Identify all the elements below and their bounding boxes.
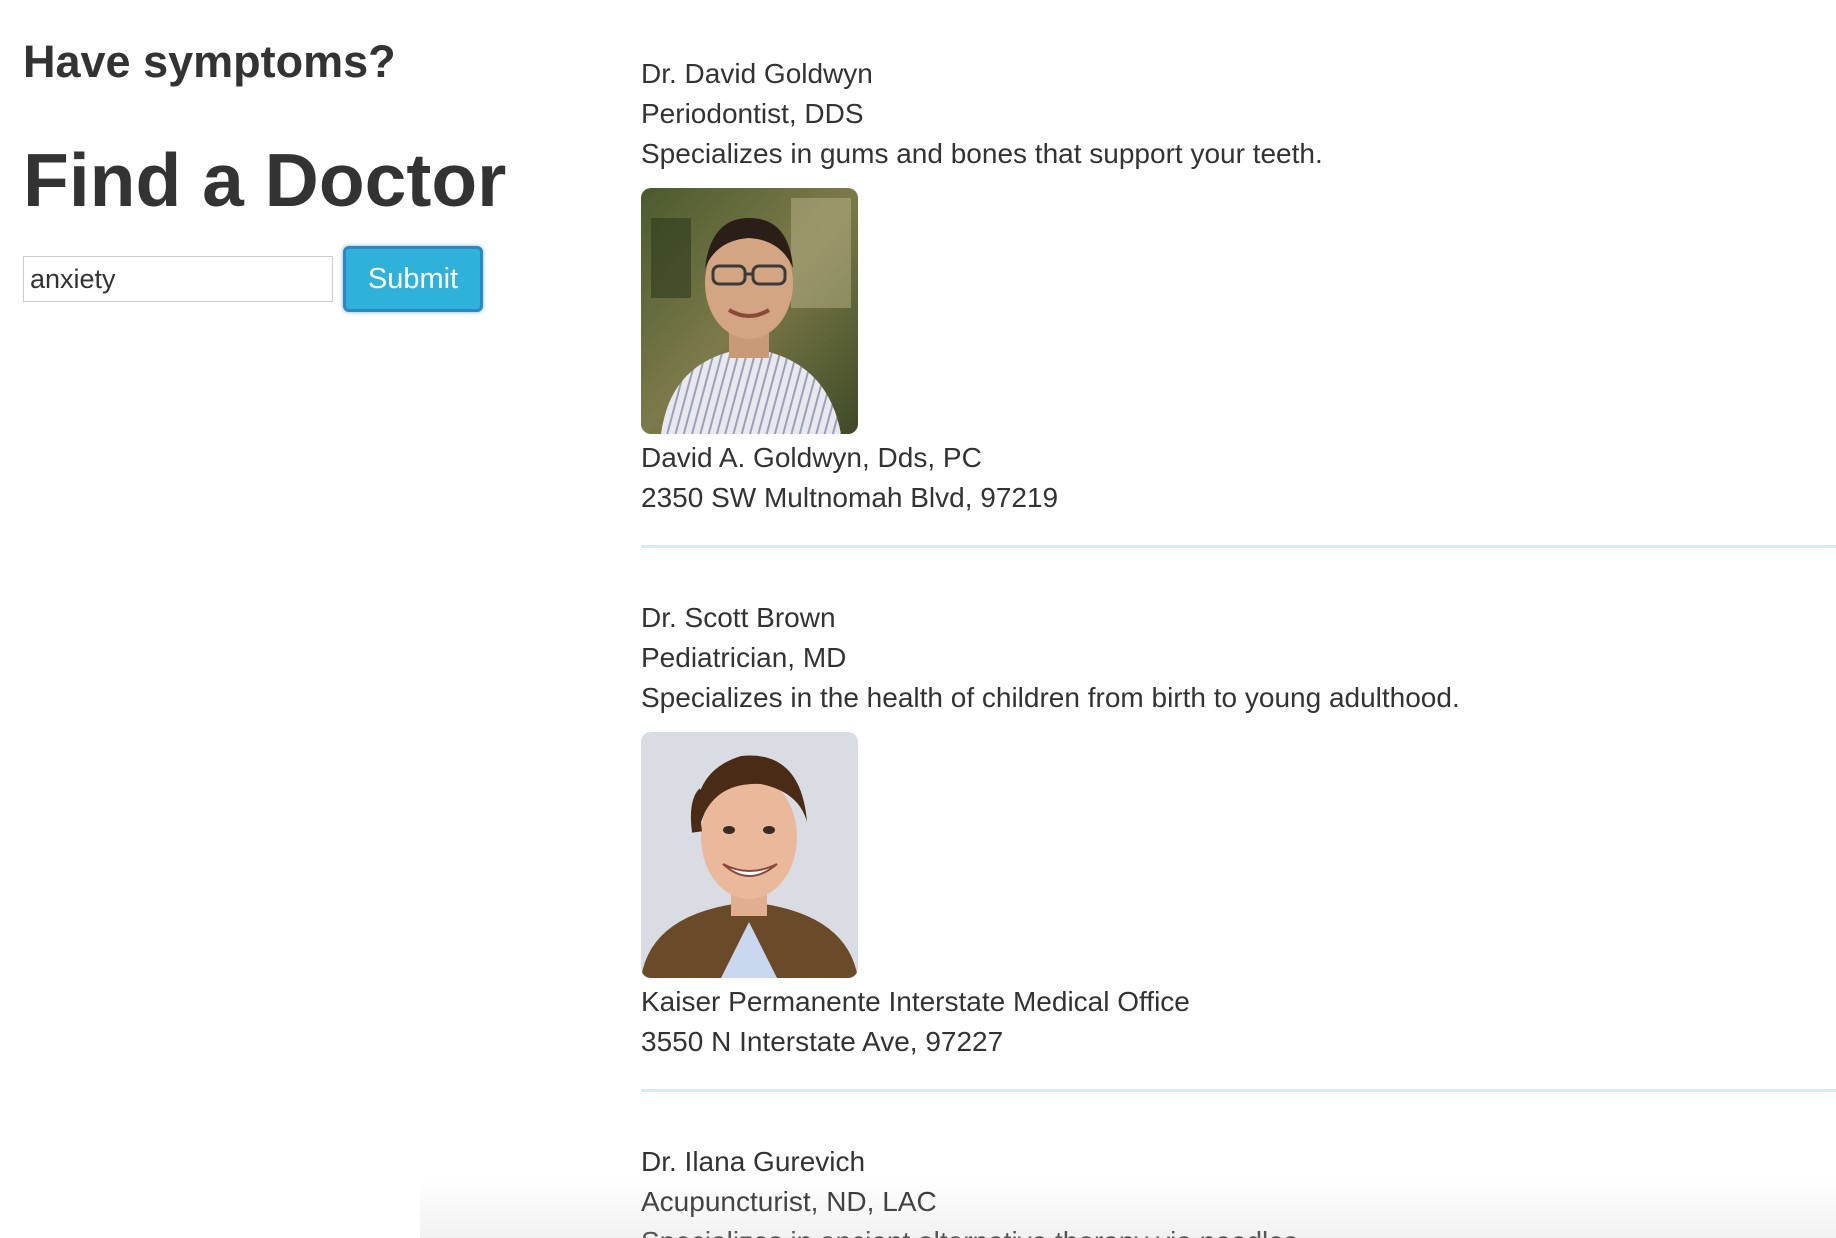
doctor-photo-image (641, 188, 858, 434)
doctor-name: Dr. David Goldwyn (641, 58, 873, 89)
doctor-title: Periodontist, DDS (641, 98, 864, 129)
submit-button[interactable]: Submit (343, 246, 483, 312)
search-panel: Have symptoms? Find a Doctor Submit (23, 30, 583, 312)
symptom-search-input[interactable] (23, 256, 333, 302)
divider (641, 1089, 1836, 1092)
doctor-practice: David A. Goldwyn, Dds, PC (641, 442, 982, 473)
page: Have symptoms? Find a Doctor Submit Dr. … (0, 0, 1836, 1238)
doctor-address: 3550 N Interstate Ave, 97227 (641, 1026, 1004, 1057)
doctor-results-list: Dr. David Goldwyn Periodontist, DDS Spec… (641, 54, 1836, 1238)
divider (641, 545, 1836, 548)
doctor-practice: Kaiser Permanente Interstate Medical Off… (641, 986, 1190, 1017)
doctor-card: Dr. David Goldwyn Periodontist, DDS Spec… (641, 54, 1836, 518)
doctor-card: Dr. Ilana Gurevich Acupuncturist, ND, LA… (641, 1142, 1836, 1238)
doctor-name: Dr. Ilana Gurevich (641, 1146, 866, 1177)
doctor-photo-image (641, 732, 858, 978)
doctor-address: 2350 SW Multnomah Blvd, 97219 (641, 482, 1059, 513)
doctor-photo (641, 732, 858, 978)
doctor-photo (641, 188, 858, 434)
page-title: Find a Doctor (23, 138, 507, 222)
search-form: Submit (23, 246, 583, 312)
doctor-description: Specializes in gums and bones that suppo… (641, 138, 1323, 169)
doctor-card: Dr. Scott Brown Pediatrician, MD Special… (641, 598, 1836, 1062)
doctor-description: Specializes in ancient alternative thera… (641, 1222, 1836, 1238)
subheading: Have symptoms? (23, 36, 396, 87)
doctor-title: Pediatrician, MD (641, 642, 847, 673)
doctor-name: Dr. Scott Brown (641, 602, 836, 633)
doctor-description: Specializes in the health of children fr… (641, 682, 1460, 713)
doctor-title: Acupuncturist, ND, LAC (641, 1186, 937, 1217)
